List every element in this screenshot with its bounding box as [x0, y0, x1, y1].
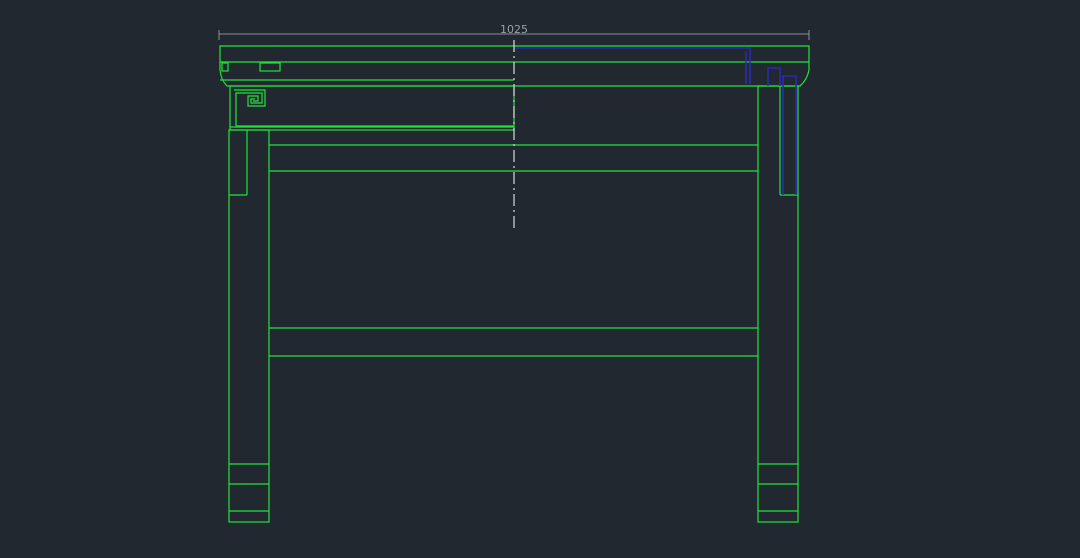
highlighted-section [514, 47, 797, 195]
lower-stretcher [269, 327, 758, 357]
left-leg-body [228, 129, 270, 523]
dimension-label: 1025 [500, 23, 528, 36]
cad-drawing-canvas: 1025 [218, 23, 810, 523]
highlighted-profile [767, 67, 781, 86]
right-leg-body [757, 85, 799, 523]
apron-fret-motif [234, 89, 266, 126]
right-leg [757, 85, 799, 523]
left-leg [228, 129, 270, 523]
highlighted-top-edge [514, 47, 751, 84]
table-top-left-notch [221, 62, 229, 72]
highlighted-leg-profile [782, 75, 797, 195]
apron-outline [229, 85, 515, 131]
apron [229, 85, 515, 131]
table-top-small-block [259, 62, 281, 72]
overall-width-dimension: 1025 [218, 23, 810, 40]
